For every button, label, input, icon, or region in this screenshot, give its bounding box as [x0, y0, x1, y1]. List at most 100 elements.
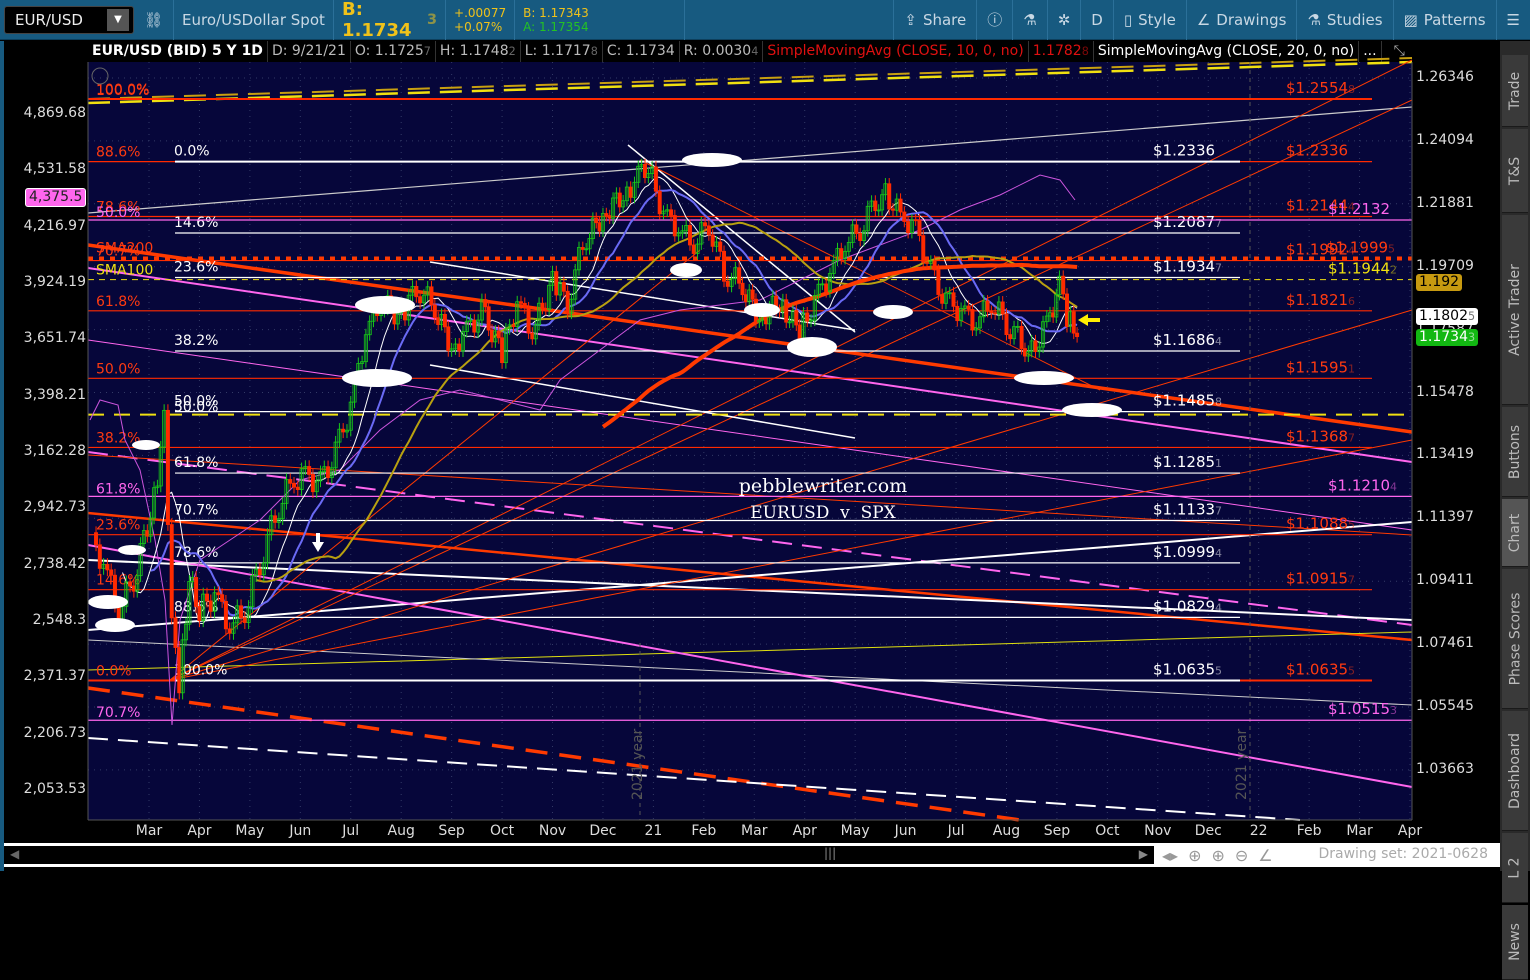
- toolbar-button-flask[interactable]: ⚗: [1012, 0, 1046, 40]
- fib-white-price-main: $1.2087: [1153, 213, 1215, 231]
- candle: [112, 574, 117, 607]
- time-axis-label: Nov: [538, 823, 567, 839]
- candle: [820, 283, 825, 286]
- toolbar-button-drawings[interactable]: ∠ Drawings: [1185, 0, 1297, 40]
- toolbar-button-label: Style: [1138, 10, 1176, 29]
- crosshair-icon[interactable]: ⊕: [1188, 846, 1201, 865]
- candle: [530, 332, 535, 340]
- sidebar-tab-buttons[interactable]: Buttons: [1502, 407, 1528, 497]
- candle: [280, 502, 285, 520]
- high-readout: H: 1.17482: [436, 41, 521, 62]
- toolbar-button-studies[interactable]: ⚗ Studies: [1296, 0, 1392, 40]
- white-trendline-lower: [87, 559, 1413, 621]
- candle: [432, 304, 437, 319]
- candle: [421, 294, 426, 304]
- drawing-icon: ∠: [1196, 10, 1211, 29]
- candle: [558, 282, 563, 296]
- sidebar-tab-news[interactable]: News: [1502, 905, 1528, 980]
- candle: [414, 285, 419, 298]
- study-sma20-label[interactable]: SimpleMovingAvg (CLOSE, 20, 0, no): [1094, 41, 1360, 62]
- price-tag-value: 1.1802: [1419, 308, 1468, 325]
- time-axis-label: Nov: [1144, 823, 1172, 839]
- sidebar-tab-l-2[interactable]: L 2: [1502, 833, 1528, 903]
- candle: [890, 208, 895, 211]
- toolbar-button-style[interactable]: ▯ Style: [1112, 0, 1186, 40]
- pan-icon[interactable]: ◂▸: [1162, 846, 1178, 865]
- toolbar-button-info[interactable]: ⓘ: [976, 0, 1012, 40]
- symbol-selector[interactable]: EUR/USD ▼: [4, 5, 134, 34]
- candle: [333, 441, 338, 469]
- candle: [565, 290, 570, 314]
- candle: [672, 215, 677, 237]
- candle: [344, 429, 349, 433]
- fib-red-price-sub: 7: [1348, 431, 1355, 444]
- chart-scrollbar[interactable]: ||| ◀ ▶ ◂▸ ⊕ ⊕ ⊖ ∠ Drawing set: 2021-0628: [4, 843, 1500, 867]
- candle: [665, 209, 670, 212]
- candle: [1068, 311, 1073, 327]
- fib-red-price-main: $1.2336: [1286, 142, 1348, 160]
- candle: [646, 173, 651, 179]
- toolbar-button-share[interactable]: ⇪ Share: [893, 0, 976, 40]
- bid-price: B: 1.1734 3: [334, 0, 447, 41]
- zoom-out-icon[interactable]: ⊖: [1235, 846, 1248, 865]
- candle: [101, 564, 106, 569]
- alert-icon[interactable]: [91, 67, 109, 85]
- candle: [706, 225, 711, 236]
- zoom-in-icon[interactable]: ⊕: [1211, 846, 1224, 865]
- candle: [650, 166, 655, 174]
- toolbar-button-label: D: [1091, 10, 1103, 29]
- scroll-right-icon[interactable]: ▶: [1139, 847, 1148, 861]
- fib-red-price: $1.2336: [1286, 142, 1348, 160]
- candle: [636, 165, 641, 183]
- chevron-down-icon[interactable]: ▼: [107, 8, 129, 31]
- fib-red-pct: 50.0%: [96, 361, 140, 377]
- time-axis-label: 22: [1249, 823, 1268, 839]
- candle: [155, 485, 160, 489]
- fib-white-price: $1.12851: [1153, 453, 1222, 471]
- collapse-studies-icon[interactable]: ⤡: [1382, 41, 1409, 62]
- candle: [540, 302, 545, 309]
- link-icon[interactable]: ⛓: [134, 0, 175, 40]
- fib-red-pct: 88.6%: [96, 145, 140, 161]
- fib-white-price-sub: 4: [1215, 335, 1222, 348]
- right-axis-tick: 1.03663: [1416, 760, 1474, 777]
- fib-white-pct: 0.0%: [174, 144, 210, 160]
- price-chart[interactable]: 100.0% $1.2554888.6% $1.233678.6% $1.214447…: [0, 0, 1530, 871]
- sidebar-tab-phase-scores[interactable]: Phase Scores: [1502, 569, 1528, 709]
- sidebar-tab-dashboard[interactable]: Dashboard: [1502, 711, 1528, 831]
- sidebar-tab-t-s[interactable]: T&S: [1502, 129, 1528, 213]
- toolbar-button-gear[interactable]: ✲: [1046, 0, 1081, 40]
- fib-magenta-price: $1.2132: [1328, 200, 1390, 218]
- sidebar-tab-trade[interactable]: Trade: [1502, 55, 1528, 127]
- candle: [943, 292, 948, 304]
- left-axis-tick: 2,053.53: [23, 780, 86, 797]
- candle: [511, 324, 516, 328]
- toolbar-button-d[interactable]: D: [1080, 0, 1113, 40]
- scroll-left-icon[interactable]: ◀: [10, 847, 19, 861]
- sidebar-tab-active-trader[interactable]: Active Trader: [1502, 215, 1528, 405]
- sidebar-tab-chart[interactable]: Chart: [1502, 499, 1528, 567]
- fib-red-price-main: $1.1821: [1286, 291, 1348, 309]
- fib-red-pct-main: 70.7%: [96, 244, 140, 260]
- toolbar-button-patterns[interactable]: ▨ Patterns: [1392, 0, 1496, 40]
- drawing-set-label[interactable]: Drawing set: 2021-0628: [1318, 846, 1488, 862]
- time-axis-label: Apr: [187, 823, 212, 839]
- more-studies[interactable]: ...: [1359, 41, 1382, 62]
- candle: [476, 319, 481, 333]
- time-axis-label: Jul: [342, 823, 360, 839]
- drawing-tool-icon[interactable]: ∠: [1258, 846, 1272, 865]
- scrollbar-track[interactable]: ||| ◀ ▶: [4, 846, 1154, 864]
- scrollbar-grip-icon[interactable]: |||: [824, 846, 836, 860]
- study-sma10-label[interactable]: SimpleMovingAvg (CLOSE, 10, 0, no): [763, 41, 1029, 62]
- fib-magenta-price-main: $1.0515: [1328, 700, 1390, 718]
- candle: [496, 330, 501, 339]
- close-readout: C: 1.1734: [603, 41, 680, 62]
- candle: [242, 617, 247, 623]
- sma200-label-main: SMA200: [96, 241, 153, 257]
- white-dashed-trendline: [87, 737, 1301, 821]
- toolbar-button-menu[interactable]: ☰: [1495, 0, 1530, 40]
- candle: [446, 326, 451, 352]
- fib-white-pct-main: 100.0%: [174, 663, 227, 679]
- candle: [604, 213, 609, 216]
- candle: [669, 209, 674, 216]
